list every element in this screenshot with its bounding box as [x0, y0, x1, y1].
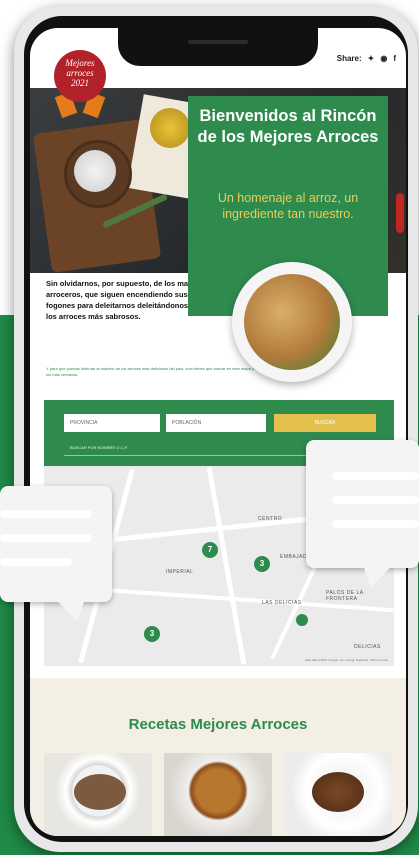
- map-label-las-delicias: LAS DELICIAS: [262, 600, 302, 606]
- chat-bubble-left: [0, 486, 112, 602]
- bubble-line: [0, 510, 92, 518]
- map-attribution: Map data ©2021 Google, Inst. Geogr. Naci…: [305, 658, 388, 662]
- award-badge-logo: Mejores arroces 2021: [54, 50, 106, 102]
- provincia-field[interactable]: PROVINCIA: [64, 414, 160, 432]
- chili-image: [396, 193, 404, 233]
- instagram-icon[interactable]: ◉: [380, 54, 387, 63]
- map-road: [206, 467, 247, 665]
- badge-line-2: arroces: [66, 68, 94, 78]
- bubble-line: [0, 558, 72, 566]
- recipes-title: Recetas Mejores Arroces: [128, 716, 308, 733]
- map-label-centro: CENTRO: [258, 516, 283, 522]
- chat-bubble-right: [306, 440, 419, 568]
- twitter-icon[interactable]: ✦: [368, 54, 375, 63]
- poblacion-field[interactable]: POBLACIÓN: [166, 414, 266, 432]
- recipe-card-2-image[interactable]: [164, 753, 272, 836]
- map-label-delicias: DELICIAS: [354, 644, 381, 650]
- rice-dish-image: [244, 274, 340, 370]
- bubble-line: [332, 520, 419, 528]
- share-bar: Share: ✦ ◉ f: [337, 54, 396, 63]
- phone-screen: Share: ✦ ◉ f Mejores arroces 2021 Bienve…: [30, 28, 406, 836]
- speaker-grille: [188, 40, 248, 44]
- bubble-line: [332, 472, 419, 480]
- badge-line-1: Mejores: [65, 58, 95, 68]
- intro-text: Sin olvidarnos, por supuesto, de los mae…: [46, 279, 211, 321]
- bubble-line: [0, 534, 92, 542]
- hero-title: Bienvenidos al Rincón de los Mejores Arr…: [197, 107, 379, 146]
- olive-oil-image: [150, 108, 190, 148]
- map-pin[interactable]: 7: [202, 542, 218, 558]
- phone-notch: [118, 28, 318, 66]
- map-location-marker[interactable]: [296, 614, 308, 626]
- salt-image: [74, 150, 116, 192]
- facebook-icon[interactable]: f: [393, 54, 396, 63]
- map-label-palos-frontera: PALOS DE LA FRONTERA: [326, 590, 364, 602]
- intro-note: Y para que puedas disfrutar al máximo de…: [46, 366, 270, 377]
- recipe-1-food: [74, 774, 126, 810]
- map-pin[interactable]: 3: [144, 626, 160, 642]
- bubble-line: [332, 496, 419, 504]
- badge-year: 2021: [71, 78, 89, 88]
- recipe-3-food: [312, 772, 364, 812]
- map-label-imperial: IMPERIAL: [166, 569, 194, 575]
- map-pin[interactable]: 3: [254, 556, 270, 572]
- search-button[interactable]: BUSCAR: [274, 414, 376, 432]
- share-label: Share:: [336, 54, 362, 63]
- hero-subtitle: Un homenaje al arroz, un ingrediente tan…: [217, 191, 359, 221]
